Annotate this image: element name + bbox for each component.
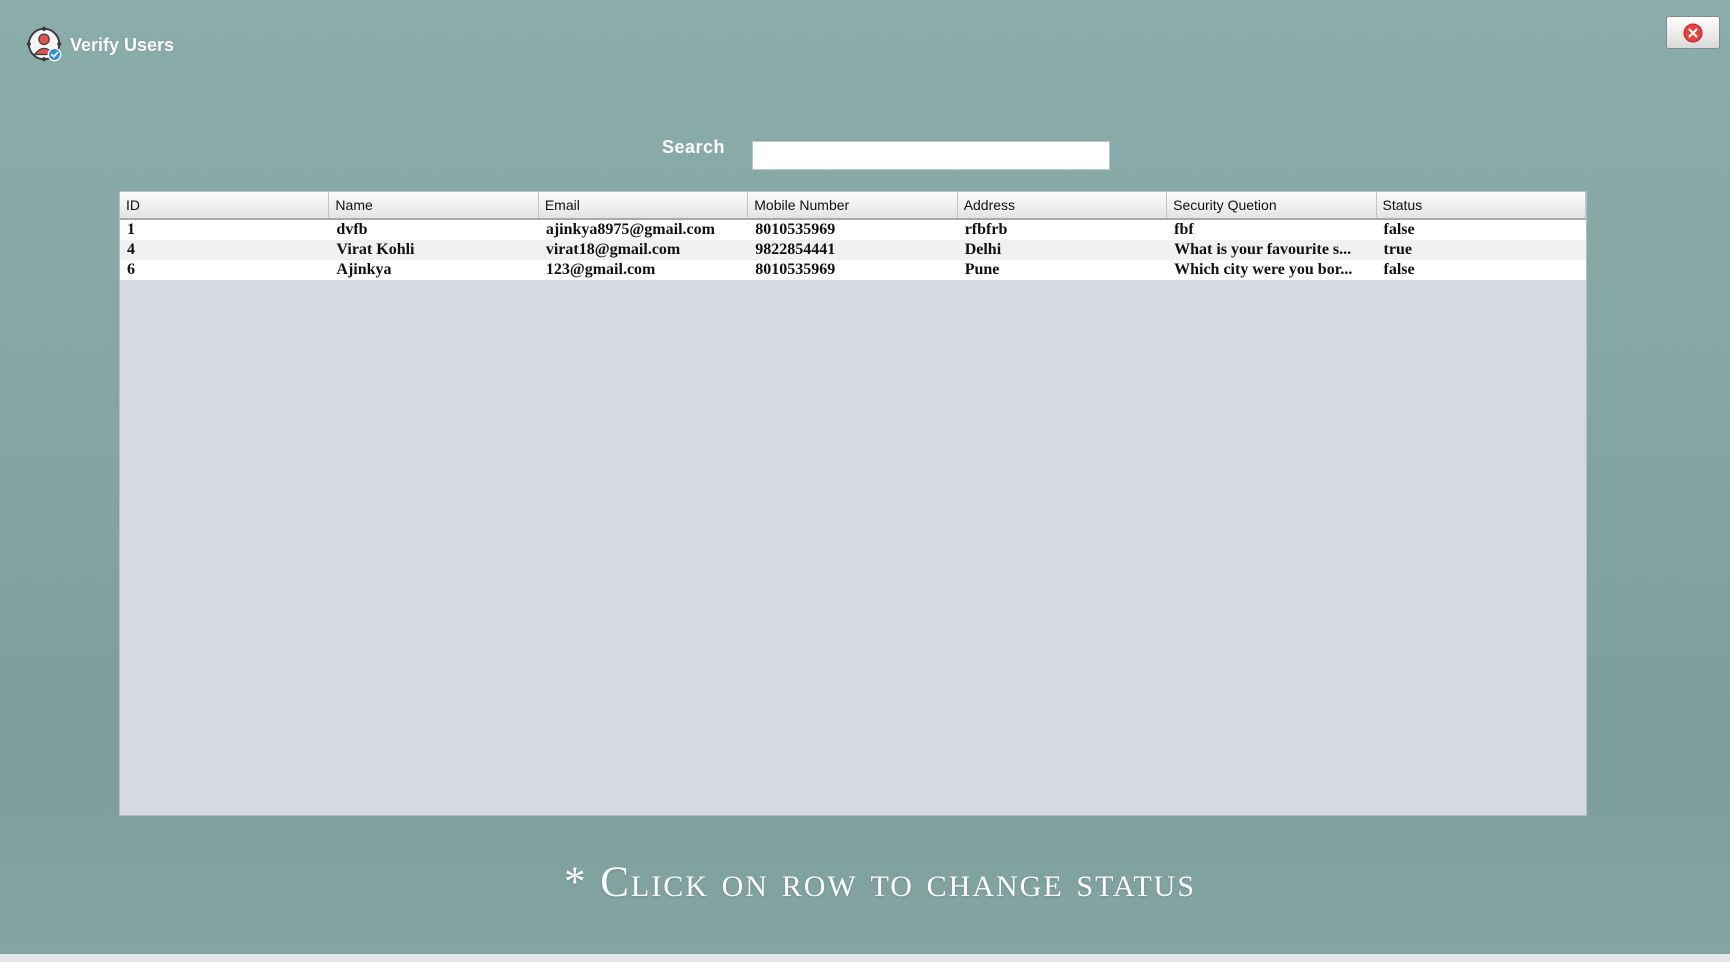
app-header: Verify Users — [26, 25, 174, 65]
table-header: ID Name Email Mobile Number Address Secu… — [120, 192, 1586, 220]
app-title: Verify Users — [70, 34, 175, 55]
column-header-security-question[interactable]: Security Quetion — [1167, 192, 1377, 218]
cell-status: true — [1383, 241, 1412, 258]
cell-status: false — [1383, 261, 1415, 278]
cell-address: rfbfrb — [964, 221, 1008, 238]
cell-name: dvfb — [336, 221, 368, 238]
search-label: Search — [662, 137, 726, 157]
table-body: 1 dvfb ajinkya8975@gmail.com 8010535969 … — [120, 220, 1586, 280]
column-header-id[interactable]: ID — [120, 192, 330, 218]
column-header-name[interactable]: Name — [329, 192, 539, 218]
cell-address: Pune — [964, 261, 1000, 278]
cell-mobile-number: 8010535969 — [755, 261, 836, 278]
cell-address: Delhi — [964, 241, 1002, 258]
cell-id: 6 — [127, 261, 135, 278]
cell-mobile-number: 9822854441 — [755, 241, 836, 258]
table-row[interactable]: 6 Ajinkya 123@gmail.com 8010535969 Pune … — [120, 260, 1586, 280]
cell-id: 4 — [127, 241, 135, 258]
cell-email: 123@gmail.com — [545, 261, 656, 278]
table-row[interactable]: 4 Virat Kohli virat18@gmail.com 98228544… — [120, 240, 1586, 260]
cell-email: ajinkya8975@gmail.com — [545, 221, 715, 238]
cell-mobile-number: 8010535969 — [755, 221, 836, 238]
bottom-strip — [0, 954, 1730, 962]
search-input[interactable] — [752, 141, 1110, 170]
cell-status: false — [1383, 221, 1415, 238]
verified-user-icon — [26, 26, 62, 62]
cell-security-question: fbf — [1174, 221, 1194, 238]
cell-name: Virat Kohli — [336, 241, 415, 258]
cell-name: Ajinkya — [336, 261, 392, 278]
close-icon — [1683, 23, 1703, 42]
cell-security-question: What is your favourite s... — [1174, 241, 1352, 258]
column-header-status[interactable]: Status — [1377, 192, 1586, 218]
change-status-hint: * Click on row to change status — [563, 859, 1197, 906]
cell-security-question: Which city were you bor... — [1174, 261, 1353, 278]
users-table: ID Name Email Mobile Number Address Secu… — [119, 191, 1587, 816]
cell-id: 1 — [127, 221, 135, 238]
column-header-address[interactable]: Address — [958, 192, 1168, 218]
cell-email: virat18@gmail.com — [545, 241, 681, 258]
close-button[interactable] — [1666, 16, 1720, 49]
column-header-email[interactable]: Email — [539, 192, 749, 218]
column-header-mobile-number[interactable]: Mobile Number — [748, 192, 958, 218]
table-row[interactable]: 1 dvfb ajinkya8975@gmail.com 8010535969 … — [120, 220, 1586, 240]
